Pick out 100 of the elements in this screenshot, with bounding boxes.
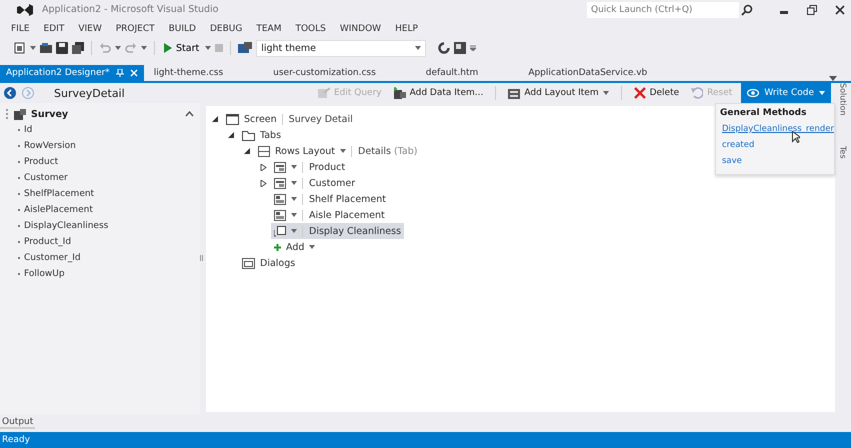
- tree-node[interactable]: Customer: [271, 175, 358, 191]
- expanded-arrow-icon[interactable]: [212, 116, 219, 122]
- menu-item[interactable]: FILE: [4, 24, 37, 34]
- caret-icon[interactable]: [415, 46, 422, 50]
- entity-field[interactable]: Product: [6, 154, 200, 170]
- tree-node[interactable]: Aisle Placement: [271, 207, 388, 223]
- tree-node[interactable]: Shelf Placement: [271, 191, 390, 207]
- document-tab[interactable]: default.htm: [420, 65, 484, 81]
- back-icon[interactable]: [4, 87, 16, 99]
- collapse-icon[interactable]: [185, 111, 194, 117]
- entity-field[interactable]: FollowUp: [6, 266, 200, 282]
- caret-icon[interactable]: [205, 46, 212, 50]
- status-bar: Ready: [0, 432, 851, 448]
- menu-item[interactable]: EDIT: [36, 24, 72, 34]
- overflow-icon[interactable]: [470, 45, 476, 51]
- menu-item[interactable]: TOOLS: [288, 24, 333, 34]
- collapsed-arrow-icon[interactable]: [260, 164, 267, 170]
- window-icon: [226, 114, 239, 124]
- entity-field[interactable]: AislePlacement: [6, 202, 200, 218]
- delete-button[interactable]: Delete: [630, 87, 682, 99]
- write-code-button[interactable]: Write Code: [741, 83, 831, 103]
- entity-field[interactable]: Product_Id: [6, 234, 200, 250]
- configuration-dropdown[interactable]: light theme: [256, 40, 426, 56]
- save-all-icon[interactable]: [72, 42, 84, 54]
- dialog-icon: [242, 258, 255, 268]
- delete-icon: [634, 87, 646, 99]
- tab-list-icon[interactable]: [829, 76, 837, 81]
- entity-field[interactable]: Customer_Id: [6, 250, 200, 266]
- start-button[interactable]: Start: [162, 42, 202, 54]
- entity-field[interactable]: Customer: [6, 170, 200, 186]
- tree-node[interactable]: Add: [271, 239, 318, 255]
- menu-item[interactable]: DEBUG: [203, 24, 250, 34]
- field-icon: [274, 194, 286, 204]
- quick-launch-field[interactable]: Quick Launch (Ctrl+Q): [587, 2, 739, 18]
- group-icon: [274, 162, 286, 172]
- output-tab[interactable]: Output: [0, 417, 36, 429]
- entity-field[interactable]: Id: [6, 122, 200, 138]
- rows-icon: [258, 146, 270, 156]
- menu-item[interactable]: TEAM: [249, 24, 288, 34]
- caret-icon: [819, 91, 825, 95]
- entity-field[interactable]: ShelfPlacement: [6, 186, 200, 202]
- caret-icon: [602, 91, 609, 95]
- refresh-icon[interactable]: [438, 42, 450, 54]
- entity-field[interactable]: DisplayCleanliness: [6, 218, 200, 234]
- tree-node[interactable]: Rows Layout Details (Tab): [255, 143, 420, 159]
- close-icon[interactable]: [835, 4, 845, 14]
- open-icon[interactable]: [40, 42, 52, 54]
- caret-icon[interactable]: [115, 46, 121, 50]
- table-add-icon: [394, 87, 406, 99]
- menu-item[interactable]: BUILD: [162, 24, 203, 34]
- method-link[interactable]: created: [722, 138, 754, 152]
- table-icon: [14, 108, 26, 120]
- entity-field[interactable]: RowVersion: [6, 138, 200, 154]
- expanded-arrow-icon[interactable]: [228, 132, 235, 138]
- tree-node[interactable]: Display Cleanliness: [271, 223, 404, 239]
- add-data-item-button[interactable]: Add Data Item...: [390, 87, 486, 99]
- menu-item[interactable]: VIEW: [71, 24, 109, 34]
- caret-icon[interactable]: [30, 46, 36, 50]
- query-icon: [318, 87, 330, 99]
- tree-node[interactable]: Dialogs: [239, 255, 298, 271]
- document-tab[interactable]: light-theme.css: [148, 65, 230, 81]
- tree-node[interactable]: Product: [271, 159, 348, 175]
- mouse-pointer-icon: [792, 131, 800, 143]
- tree-node[interactable]: Screen Survey Detail: [223, 111, 356, 127]
- splitter-grip-icon: [200, 255, 203, 261]
- tree-node[interactable]: Tabs: [239, 127, 284, 143]
- group-icon: [274, 178, 286, 188]
- caret-icon: [291, 181, 297, 185]
- caret-icon: [291, 213, 297, 217]
- logo-icon: [16, 2, 34, 18]
- side-tab[interactable]: Solution: [838, 83, 848, 116]
- screen-icon[interactable]: [454, 42, 466, 54]
- grip-icon: [6, 109, 9, 119]
- caret-icon: [309, 245, 316, 249]
- folder-icon: [242, 130, 255, 140]
- method-link[interactable]: DisplayCleanliness_render: [722, 122, 834, 136]
- new-project-icon[interactable]: [14, 42, 26, 54]
- document-tab[interactable]: user-customization.css: [267, 65, 382, 81]
- add-layout-item-button[interactable]: Add Layout Item: [505, 87, 612, 99]
- caret-icon: [291, 229, 297, 233]
- caret-icon: [291, 165, 297, 169]
- expanded-arrow-icon[interactable]: [244, 148, 251, 154]
- browser-icon[interactable]: [238, 42, 252, 54]
- window-title: Application2 - Microsoft Visual Studio: [42, 4, 220, 15]
- method-link[interactable]: save: [722, 154, 742, 168]
- play-icon: [164, 43, 172, 53]
- document-tab[interactable]: ApplicationDataService.vb: [522, 65, 654, 81]
- menu-item[interactable]: PROJECT: [108, 24, 162, 34]
- screen-name: SurveyDetail: [54, 86, 125, 100]
- restore-icon[interactable]: [807, 4, 817, 14]
- caret-icon[interactable]: [141, 46, 147, 50]
- menu-item[interactable]: HELP: [388, 24, 425, 34]
- side-tab[interactable]: Tes: [838, 146, 848, 158]
- pin-icon[interactable]: [116, 69, 124, 77]
- collapsed-arrow-icon[interactable]: [260, 180, 267, 186]
- save-icon[interactable]: [56, 42, 68, 54]
- layout-icon: [508, 87, 520, 99]
- document-tab[interactable]: Application2 Designer*: [0, 65, 144, 81]
- menu-item[interactable]: WINDOW: [332, 24, 388, 34]
- caret-icon: [340, 149, 346, 153]
